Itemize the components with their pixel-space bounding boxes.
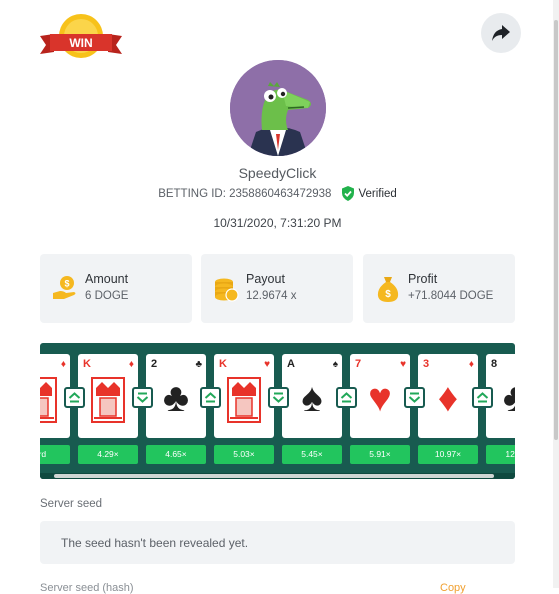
svg-text:$: $ [385,289,391,300]
card-suit-pip: ♠ [332,359,338,370]
payout-value: 12.9674 x [246,290,297,302]
lower-arrow-icon [268,387,289,408]
server-seed-label: Server seed [40,498,103,510]
card-suit-pip: ♥ [264,359,270,370]
betting-id: BETTING ID: 2358860463472938 [158,187,332,200]
higher-arrow-icon [64,387,85,408]
amount-value: 6 DOGE [85,290,129,302]
card-suit-icon: ♣ [162,376,190,420]
payout-label: Payout [246,272,285,286]
chevron-down-icon [272,392,285,403]
playing-card: 7 ♥ ♥ [350,354,410,438]
card-rank: 2 [151,358,158,370]
playing-card: K ♥ [214,354,274,438]
amount-label: Amount [85,272,129,286]
profit-card: $ Profit +71.8044 DOGE [363,254,515,323]
verified-badge: Verified [341,186,397,201]
server-seed-field: The seed hasn't been revealed yet. [40,521,515,564]
profit-value: +71.8044 DOGE [408,290,494,302]
face-card-art [214,377,274,433]
betting-id-row: BETTING ID: 2358860463472938 Verified [0,186,555,201]
cards-history-strip[interactable]: ♦erdK♦4.29×2♣♣4.65×K♥5.03×A♠♠5.45×7♥♥5.9… [40,343,515,479]
card-suit-icon: ♥ [368,376,392,420]
profit-label: Profit [408,272,438,286]
crocodile-avatar-icon [230,60,326,156]
card-suit-pip: ♦ [128,359,134,370]
higher-arrow-icon [200,387,221,408]
chevron-up-icon [204,392,217,403]
scrollbar-thumb[interactable] [554,20,558,440]
copy-link[interactable]: Copy [440,582,466,594]
bet-datetime: 10/31/2020, 7:31:20 PM [213,216,342,230]
card-rank: K [219,358,227,370]
multiplier-label: 10.97× [418,445,478,464]
multiplier-label: 4.29× [78,445,138,464]
higher-arrow-icon [472,387,493,408]
multiplier-label: 5.45× [282,445,342,464]
higher-arrow-icon [336,387,357,408]
lower-arrow-icon [404,387,425,408]
face-card-art [78,377,138,433]
payout-card: Payout 12.9674 x [201,254,353,323]
shield-check-icon [342,186,355,201]
playing-card: 2 ♣ ♣ [146,354,206,438]
page-scrollbar[interactable] [553,0,559,588]
amount-card: $ Amount 6 DOGE [40,254,192,323]
multiplier-label: erd [40,445,70,464]
multiplier-label: 12.97 [486,445,515,464]
strip-scrollbar-thumb[interactable] [54,474,494,478]
lower-arrow-icon [132,387,153,408]
chevron-up-icon [340,392,353,403]
multiplier-label: 5.03× [214,445,274,464]
card-suit-pip: ♦ [60,359,66,370]
card-rank: A [287,358,295,370]
face-card-art-icon [91,377,125,423]
win-text: WIN [69,36,92,50]
face-card-art-icon [227,377,261,423]
svg-text:$: $ [64,279,69,289]
win-badge-icon: WIN [40,14,122,58]
card-rank: 8 [491,358,498,370]
card-suit-pip: ♣ [195,359,202,370]
strip-scrollbar[interactable] [40,473,515,479]
username: SpeedyClick [238,165,317,181]
coin-stack-icon [215,278,239,302]
multiplier-label: 5.91× [350,445,410,464]
share-button[interactable] [481,13,521,53]
chevron-up-icon [476,392,489,403]
avatar [230,60,326,156]
card-suit-icon: ♠ [301,376,323,420]
multiplier-label: 4.65× [146,445,206,464]
playing-card: 3 ♦ ♦ [418,354,478,438]
chevron-down-icon [136,392,149,403]
chevron-up-icon [68,392,81,403]
card-suit-pip: ♦ [468,359,474,370]
playing-card: K ♦ [78,354,138,438]
server-seed-text: The seed hasn't been revealed yet. [61,536,249,550]
card-rank: 3 [423,358,430,370]
playing-card: A ♠ ♠ [282,354,342,438]
server-seed-hash-label: Server seed (hash) [40,582,134,594]
verified-label: Verified [358,187,397,200]
card-suit-icon: ♦ [437,376,459,420]
face-card-art-icon [40,377,57,423]
share-arrow-icon [492,25,510,41]
card-rank: K [83,358,91,370]
card-rank: 7 [355,358,362,370]
card-suit-pip: ♥ [400,359,406,370]
money-bag-icon: $ [377,277,399,302]
coin-hand-icon: $ [53,276,76,299]
chevron-down-icon [408,392,421,403]
